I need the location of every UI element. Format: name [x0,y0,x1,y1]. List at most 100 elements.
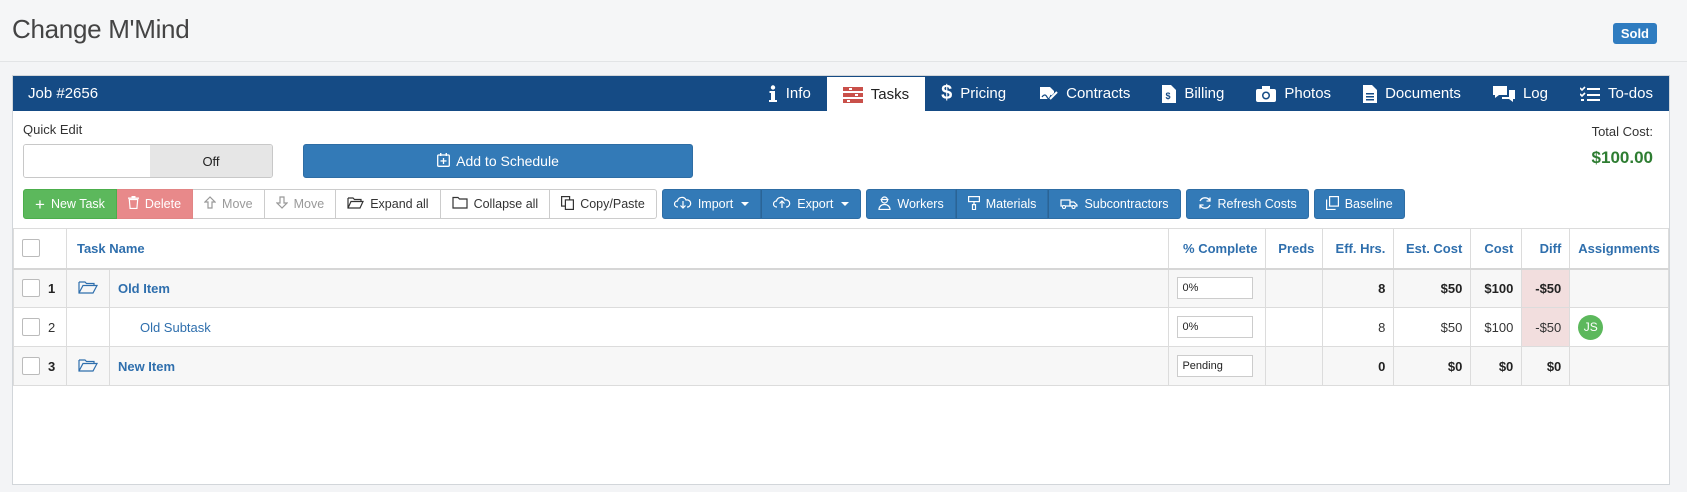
tab-contracts[interactable]: Contracts [1022,76,1146,111]
chat-icon [1492,85,1515,103]
collapse-all-label: Collapse all [473,197,539,211]
folder-open-icon[interactable] [78,358,98,375]
toggle-on-side [24,145,150,177]
task-name-link[interactable]: Old Item [118,281,170,296]
refresh-costs-button[interactable]: Refresh Costs [1185,189,1309,219]
column-diff[interactable]: Diff [1521,228,1571,270]
row-checkbox[interactable] [22,279,40,298]
add-to-schedule-button[interactable]: Add to Schedule [303,144,693,178]
column-pct-complete[interactable]: % Complete [1168,228,1267,270]
row-checkbox[interactable] [22,357,40,375]
tab-billing[interactable]: $ Billing [1146,76,1240,111]
import-export-group: Import Export [661,189,862,219]
edit-group: + New Task Delete Move Move Expand all C… [23,189,657,219]
folder-open-icon[interactable] [78,281,98,297]
avatar[interactable]: JS [1578,314,1604,340]
column-preds[interactable]: Preds [1265,228,1324,270]
subcontractors-button[interactable]: Subcontractors [1048,189,1181,219]
table-row[interactable]: 1 Old Item 8 $50 $100 -$50 [13,268,1669,308]
pct-complete-input[interactable] [1177,316,1254,338]
tab-info[interactable]: Info [752,76,827,111]
column-assignments[interactable]: Assignments [1569,228,1669,270]
table-row[interactable]: 2 Old Subtask 8 $50 $100 -$50 JS [13,307,1669,347]
import-button[interactable]: Import [661,189,762,219]
top-bar: Change M'Mind Sold [0,0,1687,62]
workers-button[interactable]: Workers [866,189,956,219]
tab-documents[interactable]: Documents [1347,76,1477,111]
task-name-link[interactable]: New Item [118,359,175,374]
invoice-icon: $ [1162,84,1177,103]
job-tabs: Info Tasks $ Pricing Contracts $ Billing… [752,76,1669,112]
eff-hrs-cell: 8 [1322,268,1395,308]
est-cost-cell: $50 [1393,307,1472,347]
column-eff-hrs[interactable]: Eff. Hrs. [1322,228,1395,270]
copy-paste-label: Copy/Paste [580,197,645,211]
task-name-cell: Old Subtask [108,307,1170,347]
new-task-label: New Task [50,197,105,211]
est-cost-cell: $0 [1393,346,1472,386]
workers-label: Workers [897,197,944,211]
caret-down-icon [741,202,750,206]
tab-label: Tasks [870,86,910,103]
move-down-button[interactable]: Move [264,189,337,219]
cost-cell: $0 [1470,346,1523,386]
column-est-cost[interactable]: Est. Cost [1393,228,1472,270]
new-task-button[interactable]: + New Task [23,189,117,219]
add-to-schedule-label: Add to Schedule [456,153,559,169]
folder-cell [65,307,110,347]
assignments-cell: JS [1569,307,1669,347]
export-button[interactable]: Export [761,189,862,219]
copy-paste-button[interactable]: Copy/Paste [550,189,657,219]
refresh-icon [1198,196,1212,213]
table-row[interactable]: 3 New Item 0 $0 $0 $0 [13,346,1669,386]
document-icon [1363,84,1378,103]
column-task-name[interactable]: Task Name [65,228,1170,270]
baseline-button[interactable]: Baseline [1313,189,1405,219]
clone-icon [1325,195,1339,213]
delete-button[interactable]: Delete [116,189,194,219]
status-badge: Sold [1612,23,1657,44]
row-number: 1 [48,280,56,296]
select-all-checkbox[interactable] [22,239,40,258]
dollar-icon: $ [941,82,953,104]
tab-photos[interactable]: Photos [1240,76,1347,111]
pct-complete-input[interactable] [1177,277,1254,300]
diff-cell: -$50 [1521,307,1571,347]
quick-edit-toggle[interactable]: Off [23,144,273,178]
tab-tasks[interactable]: Tasks [826,77,926,112]
folder-cell [65,346,110,386]
collapse-all-button[interactable]: Collapse all [440,189,551,219]
column-cost[interactable]: Cost [1470,228,1523,270]
refresh-costs-label: Refresh Costs [1217,197,1297,211]
expand-all-button[interactable]: Expand all [336,189,441,219]
paint-roller-icon [967,195,980,213]
move-up-button[interactable]: Move [193,189,265,219]
select-all-cell [13,228,67,270]
row-checkbox[interactable] [22,318,40,336]
plus-icon: + [35,194,45,214]
tab-label: Contracts [1066,85,1131,102]
tab-todos[interactable]: To-dos [1564,76,1669,111]
pct-complete-cell [1168,268,1267,308]
checklist-icon [1579,85,1600,102]
pct-complete-cell [1168,346,1267,386]
task-toolbar: + New Task Delete Move Move Expand all C… [23,189,1410,219]
pct-complete-input[interactable] [1177,355,1254,377]
truck-icon [1060,197,1079,212]
page-title: Change M'Mind [12,14,190,44]
worker-icon [878,195,892,213]
tab-pricing[interactable]: $ Pricing [925,76,1022,111]
materials-label: Materials [985,197,1037,211]
row-select-cell: 1 [13,268,67,308]
svg-text:$: $ [1166,91,1171,101]
materials-button[interactable]: Materials [955,189,1049,219]
cost-cell: $100 [1470,268,1523,308]
tab-log[interactable]: Log [1477,76,1564,111]
quick-edit-label: Quick Edit [23,122,83,137]
cost-cell: $100 [1470,307,1523,347]
tab-label: Documents [1385,85,1461,102]
caret-down-icon [841,202,850,206]
tab-label: Log [1522,85,1548,102]
task-name-link[interactable]: Old Subtask [140,320,211,335]
cloud-upload-icon [773,196,791,212]
